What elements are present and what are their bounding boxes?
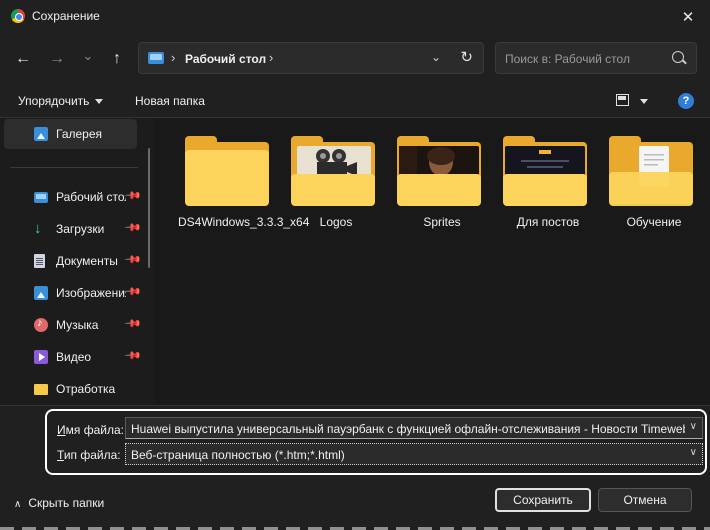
sidebar-item-label: Видео [56,350,92,364]
folder-item-ds4windows[interactable]: DS4Windows_3.3.3_x64 [171,136,309,256]
pin-icon: 📌 [123,314,142,333]
folder-name: DS4Windows_3.3.3_x64 [178,215,310,229]
folder-name: Обучение [626,215,682,229]
window-title: Сохранение [32,9,100,23]
pictures-icon [34,286,48,300]
save-button[interactable]: Сохранить [495,488,591,512]
title-bar: Сохранение ✕ [0,0,710,34]
breadcrumb-separator-icon: › [171,50,176,65]
filetype-value: Веб-страница полностью (*.htm;*.html) [131,448,345,462]
cancel-button[interactable]: Отмена [598,488,692,512]
folder-with-page-preview-icon [503,136,589,206]
sidebar-item-label: Изображения [56,286,126,300]
pin-icon: 📌 [123,250,142,269]
sidebar-item-label: Рабочий стол [56,190,126,204]
music-icon [34,317,48,332]
sidebar-item-label: Музыка [56,318,99,332]
hide-folders-button[interactable]: ∧ Скрыть папки [14,496,104,510]
chevron-down-icon[interactable]: ∨ [690,421,697,432]
file-list[interactable]: DS4Windows_3.3.3_x64 Logos Sprites Для п… [155,118,710,405]
close-icon: ✕ [681,9,695,26]
pin-icon: 📌 [123,346,142,365]
desktop-icon [34,192,48,203]
folder-item-logos[interactable]: Logos [277,136,377,256]
folder-with-portrait-icon [397,136,483,206]
pin-icon: 📌 [123,282,142,301]
filetype-label: Тип файла: [57,448,121,462]
folder-icon [34,384,48,395]
sidebar-item-label: Отработка [56,382,116,396]
sidebar-item-desktop[interactable]: Рабочий стол 📌 [0,182,147,212]
address-bar[interactable]: › Рабочий стол › ⌄ ↻ [138,42,484,74]
arrow-left-icon: ← [15,50,31,67]
filename-input[interactable]: Huawei выпустила универсальный пауэрбанк… [125,417,703,439]
arrow-right-icon: → [49,50,65,67]
address-history-chevron-icon[interactable]: ⌄ [431,50,441,64]
hide-folders-label: Скрыть папки [28,496,105,510]
pin-icon: 📌 [123,186,142,205]
sidebar-item-video[interactable]: Видео 📌 [0,342,147,372]
folder-name: Для постов [516,215,580,229]
back-button[interactable]: ← [11,47,35,71]
new-folder-button[interactable]: Новая папка [135,94,205,108]
sidebar-item-label: Документы [56,254,118,268]
folder-item-dlya-postov[interactable]: Для постов [489,136,589,256]
folder-name: Sprites [423,215,461,229]
recent-locations-button[interactable]: ⌄ [76,44,100,68]
sidebar-item-downloads[interactable]: ↓ Загрузки 📌 [0,214,147,244]
sidebar-divider [10,167,138,168]
sidebar-item-gallery[interactable]: Галерея [4,119,137,149]
close-button[interactable]: ✕ [666,0,710,34]
gallery-icon [34,127,48,141]
chevron-down-icon[interactable]: ∨ [690,447,697,458]
folder-icon [185,136,271,206]
filename-label: Имя файла: [57,423,124,437]
help-icon[interactable]: ? [678,93,694,109]
sidebar-item-pictures[interactable]: Изображения 📌 [0,278,147,308]
chevron-up-icon: ∧ [14,499,22,510]
folder-name: Logos [319,215,353,229]
sidebar-item-documents[interactable]: Документы 📌 [0,246,147,276]
caret-down-icon [95,99,104,105]
sidebar-item-label: Загрузки [56,222,105,236]
up-button[interactable]: ↑ [105,47,129,71]
folder-item-obuchenie[interactable]: Обучение [595,136,695,256]
sidebar-item-otrabotka[interactable]: Отработка [0,374,147,404]
organize-button[interactable]: Упорядочить [18,94,104,108]
arrow-up-icon: ↑ [113,50,121,67]
search-input[interactable]: Поиск в: Рабочий стол [505,52,630,66]
chevron-down-icon: ⌄ [82,48,94,63]
command-bar: Упорядочить Новая папка ? [0,84,710,118]
folder-with-document-icon [609,136,695,206]
folder-with-film-camera-icon [291,136,377,206]
download-icon: ↓ [34,220,42,237]
navigation-pane[interactable]: Галерея Рабочий стол 📌 ↓ Загрузки 📌 Доку… [0,118,155,405]
sidebar-item-label: Галерея [56,127,103,141]
breadcrumb-separator-icon[interactable]: › [269,50,273,65]
refresh-icon[interactable]: ↻ [460,48,473,66]
documents-icon [34,254,45,268]
pin-icon: 📌 [123,218,142,237]
desktop-icon [148,52,164,64]
view-options-caret-icon[interactable] [640,99,648,104]
filename-value[interactable]: Huawei выпустила универсальный пауэрбанк… [131,422,685,436]
filetype-select[interactable]: Веб-страница полностью (*.htm;*.html) ∨ [125,443,703,465]
sidebar-item-music[interactable]: Музыка 📌 [0,310,147,340]
breadcrumb-desktop[interactable]: Рабочий стол [185,52,266,66]
organize-label: Упорядочить [18,94,90,108]
folder-item-sprites[interactable]: Sprites [383,136,483,256]
chrome-icon [11,9,25,23]
forward-button[interactable]: → [45,47,69,71]
search-box[interactable]: Поиск в: Рабочий стол [495,42,697,74]
save-options-panel: Имя файла: Huawei выпустила универсальны… [0,405,710,530]
search-icon [672,51,684,63]
sidebar-scrollbar[interactable] [148,148,150,268]
view-mode-icon[interactable] [616,94,629,106]
video-icon [34,350,48,364]
navigation-bar: ← → ⌄ ↑ › Рабочий стол › ⌄ ↻ Поиск в: Ра… [0,34,710,84]
